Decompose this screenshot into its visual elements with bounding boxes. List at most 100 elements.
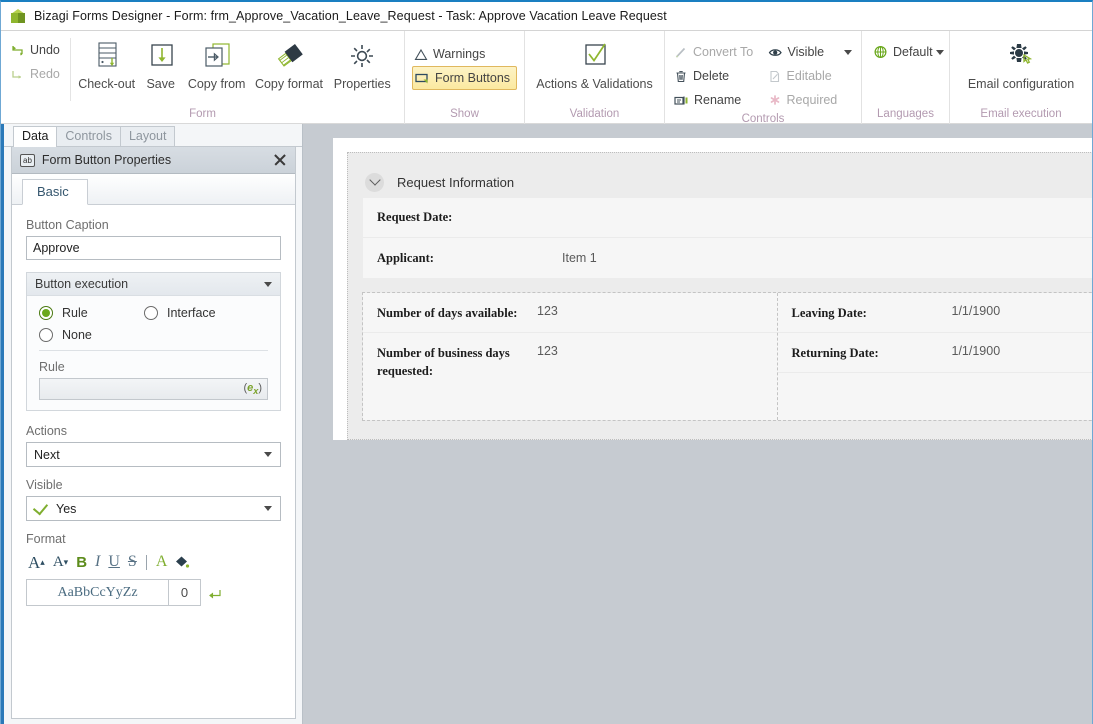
business-days-value: 123 (537, 344, 558, 358)
close-icon[interactable] (271, 151, 289, 169)
leaving-date-value: 1/1/1900 (951, 304, 1001, 318)
request-date-label: Request Date: (377, 210, 453, 224)
warnings-button[interactable]: Warnings (412, 42, 517, 66)
asterisk-icon (768, 94, 782, 107)
default-language-button[interactable]: Default (869, 40, 954, 64)
default-language-label: Default (893, 45, 933, 59)
button-caption-input[interactable] (26, 236, 281, 260)
save-button[interactable]: Save (139, 36, 183, 91)
delete-button[interactable]: Delete (672, 64, 760, 88)
rule-label: Rule (39, 360, 65, 374)
font-color-icon[interactable]: A (154, 554, 170, 570)
field-row-leaving-date[interactable]: Leaving Date: 1/1/1900 (777, 293, 1092, 333)
strikethrough-icon[interactable]: S (126, 554, 139, 570)
tab-data-label: Data (22, 129, 49, 143)
email-gear-icon (1003, 39, 1039, 75)
checkbox-check-icon (578, 39, 612, 75)
form-buttons-button[interactable]: Form Buttons (412, 66, 517, 90)
tab-basic[interactable]: Basic (22, 179, 88, 205)
redo-button[interactable]: Redo (8, 62, 66, 86)
returning-date-label: Returning Date: (791, 346, 879, 360)
convert-to-icon (674, 46, 688, 59)
returning-date-value: 1/1/1900 (951, 344, 1001, 358)
italic-icon[interactable]: I (93, 554, 102, 570)
rename-icon (674, 94, 689, 107)
visible-dropdown-caret[interactable] (844, 49, 852, 55)
form-panel: Request Information Request Date: Applic… (347, 152, 1092, 440)
tab-controls[interactable]: Controls (56, 126, 121, 146)
radio-interface[interactable]: Interface (144, 306, 216, 320)
leaving-date-label: Leaving Date: (791, 306, 867, 320)
visible-value-wrap: Yes (32, 499, 264, 516)
rename-label: Rename (694, 93, 742, 107)
execution-radio-row-2: None (39, 328, 268, 342)
actions-validations-button[interactable]: Actions & Validations (530, 36, 659, 91)
language-dropdown-caret[interactable] (935, 49, 944, 55)
editable-button[interactable]: Editable (766, 64, 854, 88)
expression-builder-icon[interactable]: (ex) (243, 382, 262, 396)
bold-icon[interactable]: B (74, 555, 89, 570)
convert-to-button[interactable]: Convert To (672, 40, 760, 64)
increase-font-size-icon[interactable]: A ▴ (26, 554, 47, 571)
visible-select[interactable]: Yes (26, 496, 281, 521)
format-preview: AaBbCcYyZz (26, 579, 169, 606)
field-row-days-available[interactable]: Number of days available: 123 (363, 293, 777, 333)
copy-format-button[interactable]: Copy format (250, 36, 327, 91)
bizagi-cube-icon (10, 8, 26, 24)
actions-select[interactable]: Next (26, 442, 281, 467)
two-column-layout: Number of days available: 123 Number of … (362, 292, 1092, 421)
email-configuration-label: Email configuration (967, 77, 1075, 91)
visible-button[interactable]: Visible (766, 40, 854, 64)
radio-rule[interactable]: Rule (39, 306, 144, 320)
title-bar: Bizagi Forms Designer - Form: frm_Approv… (1, 2, 1092, 31)
field-row-business-days[interactable]: Number of business days requested: 123 (363, 333, 777, 395)
underline-icon[interactable]: U (106, 554, 122, 570)
email-configuration-button[interactable]: Email configuration (962, 36, 1080, 91)
decrease-font-size-icon[interactable]: A ▾ (51, 554, 70, 570)
check-out-button[interactable]: Check-out (75, 36, 139, 91)
copy-from-icon (199, 39, 235, 75)
button-execution-header[interactable]: Button execution (27, 273, 280, 296)
warnings-label: Warnings (433, 47, 486, 61)
days-available-label: Number of days available: (377, 306, 518, 320)
tab-layout-label: Layout (128, 129, 167, 143)
field-row-returning-date[interactable]: Returning Date: 1/1/1900 (777, 333, 1092, 373)
request-information-section-header[interactable]: Request Information (362, 167, 1092, 197)
properties-body: Button Caption Button execution Rule (12, 205, 295, 718)
button-execution-body: Rule Interface None Rule (ex) (27, 296, 280, 410)
required-button[interactable]: Required (766, 88, 854, 112)
radio-interface-indicator (144, 306, 158, 320)
rule-input[interactable]: (ex) (39, 378, 268, 400)
panel-tab-bar: Data Controls Layout (1, 124, 302, 147)
business-days-label: Number of business days requested: (377, 346, 510, 379)
visible-select-label: Visible (26, 478, 63, 492)
properties-button[interactable]: Properties (328, 36, 397, 91)
format-size[interactable]: 0 (169, 579, 201, 606)
radio-rule-label: Rule (62, 306, 88, 320)
fill-color-icon[interactable] (173, 554, 190, 570)
trash-icon (674, 70, 688, 83)
applicant-label: Applicant: (377, 250, 434, 265)
undo-button[interactable]: Undo (8, 38, 66, 62)
ribbon-group-languages: Default Languages (862, 31, 950, 124)
field-row-applicant[interactable]: Applicant: Item 1 (363, 238, 1092, 278)
required-label: Required (786, 93, 838, 107)
check-out-label: Check-out (78, 77, 136, 91)
form-design-canvas[interactable]: Request Information Request Date: Applic… (303, 124, 1092, 724)
properties-label: Properties (333, 77, 391, 91)
copy-from-button[interactable]: Copy from (183, 36, 251, 91)
redo-icon (10, 68, 25, 81)
delete-label: Delete (693, 69, 730, 83)
chevron-down-icon[interactable] (264, 281, 272, 287)
ribbon-group-label-show: Show (450, 108, 479, 120)
form-buttons-label: Form Buttons (435, 71, 511, 85)
reset-format-icon[interactable] (207, 579, 223, 606)
chevron-down-icon[interactable] (365, 172, 384, 192)
application-window: Bizagi Forms Designer - Form: frm_Approv… (0, 0, 1093, 724)
radio-none[interactable]: None (39, 328, 144, 342)
tab-data[interactable]: Data (13, 126, 58, 147)
field-row-request-date[interactable]: Request Date: (363, 198, 1092, 238)
button-caption-label: Button Caption (26, 218, 109, 232)
rename-button[interactable]: Rename (672, 88, 760, 112)
tab-layout[interactable]: Layout (119, 126, 176, 146)
